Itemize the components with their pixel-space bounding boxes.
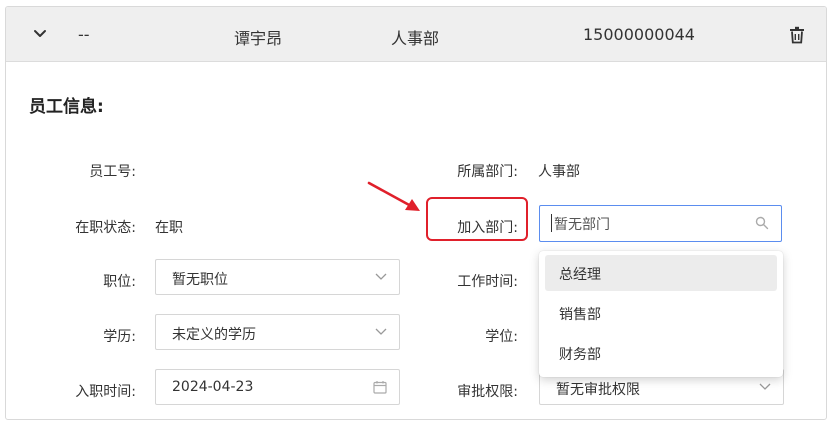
join-dept-search-input[interactable]: 暂无部门 — [539, 205, 782, 242]
dropdown-option[interactable]: 销售部 — [545, 295, 777, 331]
red-arrow-icon — [367, 181, 420, 211]
position-select-value: 暂无职位 — [172, 272, 228, 288]
dropdown-option[interactable]: 总经理 — [545, 255, 777, 291]
section-title: 员工信息: — [29, 97, 104, 117]
chevron-down-icon — [759, 383, 771, 390]
education-select[interactable]: 未定义的学历 — [155, 314, 400, 350]
dropdown-option[interactable]: 财务部 — [545, 335, 777, 371]
status-value: 在职 — [155, 220, 183, 236]
work-time-label: 工作时间: — [457, 274, 518, 290]
hire-date-picker[interactable]: 2024-04-23 — [155, 369, 400, 405]
employee-card: -- 谭宇昂 人事部 15000000044 员工信息: 员工号: 所属部门: … — [5, 6, 827, 420]
calendar-icon — [373, 381, 387, 394]
dropdown-option-label: 总经理 — [559, 267, 601, 283]
join-dept-search-text: 暂无部门 — [554, 217, 610, 233]
header-department: 人事部 — [391, 29, 440, 48]
trash-icon[interactable] — [789, 26, 805, 44]
dropdown-option-label: 销售部 — [559, 307, 601, 323]
status-label: 在职状态: — [75, 220, 136, 236]
dropdown-option-label: 财务部 — [559, 347, 601, 363]
position-select[interactable]: 暂无职位 — [155, 259, 400, 295]
search-icon — [755, 216, 769, 230]
degree-label: 学位: — [485, 329, 518, 345]
hire-date-value: 2024-04-23 — [172, 379, 254, 395]
chevron-down-icon — [375, 328, 387, 335]
hire-date-label: 入职时间: — [75, 384, 136, 400]
header-col1: -- — [78, 25, 90, 44]
approval-label: 审批权限: — [457, 384, 518, 400]
join-dept-dropdown: 总经理 销售部 财务部 — [539, 251, 783, 377]
education-select-value: 未定义的学历 — [172, 327, 256, 343]
chevron-down-icon — [375, 273, 387, 280]
employee-no-label: 员工号: — [89, 164, 136, 180]
employee-row-header[interactable]: -- 谭宇昂 人事部 15000000044 — [6, 7, 826, 62]
position-label: 职位: — [103, 274, 136, 290]
dept-label: 所属部门: — [457, 164, 518, 180]
dept-value: 人事部 — [538, 164, 580, 180]
header-phone: 15000000044 — [583, 25, 695, 44]
text-cursor — [551, 214, 552, 232]
education-label: 学历: — [103, 329, 136, 345]
join-dept-label: 加入部门: — [457, 220, 518, 236]
header-name: 谭宇昂 — [234, 29, 283, 48]
chevron-down-icon[interactable] — [33, 27, 47, 41]
approval-select-value: 暂无审批权限 — [556, 382, 640, 398]
